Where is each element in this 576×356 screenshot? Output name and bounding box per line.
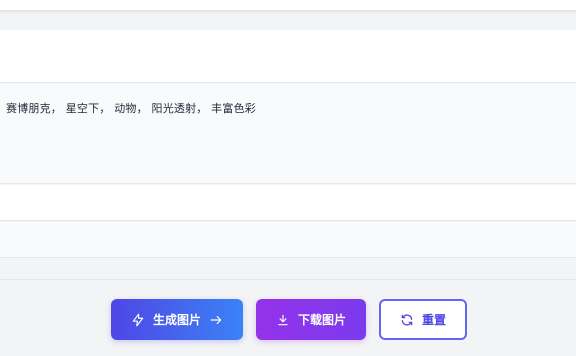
download-icon	[276, 313, 290, 327]
arrow-right-icon	[209, 313, 223, 327]
top-panel	[0, 0, 576, 10]
prompt-text: 赛博朋克， 星空下， 动物， 阳光透射， 丰富色彩	[6, 102, 256, 115]
lightning-icon	[131, 313, 145, 327]
reset-button[interactable]: 重置	[379, 299, 467, 340]
prompt-row[interactable]	[0, 84, 576, 184]
generate-image-label: 生成图片	[152, 313, 201, 327]
form-row-empty-3	[0, 222, 576, 258]
form-row-empty-1	[0, 30, 576, 83]
reset-label: 重置	[421, 313, 446, 327]
generate-image-button[interactable]: 生成图片	[111, 299, 243, 340]
download-image-button[interactable]: 下载图片	[256, 299, 366, 340]
refresh-icon	[400, 313, 414, 327]
form-row-empty-2	[0, 185, 576, 221]
download-image-label: 下载图片	[297, 313, 346, 327]
